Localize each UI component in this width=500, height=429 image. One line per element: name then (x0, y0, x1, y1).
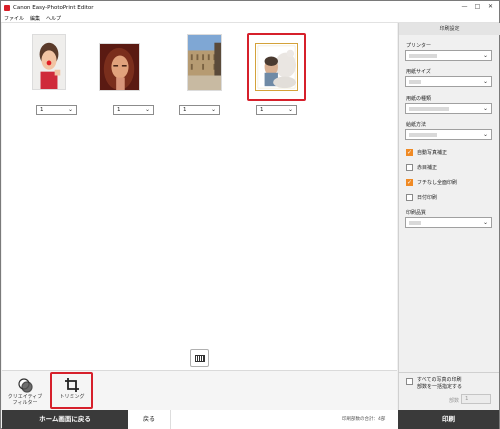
batch-copies-input[interactable]: 1 (461, 394, 491, 404)
paper-source-value (409, 133, 437, 137)
print-button[interactable]: 印刷 (398, 410, 499, 429)
menu-bar: ファイル 編集 ヘルプ (1, 14, 499, 23)
close-button[interactable]: ✕ (484, 2, 497, 12)
trimming-label: トリミング (59, 394, 85, 400)
app-window: Canon Easy-PhotoPrint Editor — □ ✕ ファイル … (0, 0, 500, 429)
menu-help[interactable]: ヘルプ (46, 15, 61, 22)
menu-file[interactable]: ファイル (4, 15, 24, 22)
window-controls: — □ ✕ (458, 2, 497, 12)
edit-toolbar: クリエイティブ フィルター トリミング (2, 370, 397, 410)
checkbox-unchecked-icon (406, 378, 413, 385)
chevron-down-icon: ⌄ (210, 106, 216, 113)
photo-thumbnail-4[interactable] (255, 43, 298, 91)
chevron-down-icon: ⌄ (482, 219, 488, 226)
photo-image-3 (188, 35, 221, 90)
checkbox-unchecked-icon (406, 194, 413, 201)
photo-image-4 (256, 44, 297, 90)
checkbox-checked-icon: ✓ (406, 179, 413, 186)
all-same-copies-checkbox[interactable]: すべての写真の印刷 部数を一括指定する (406, 377, 462, 391)
chevron-down-icon: ⌄ (482, 52, 488, 59)
borderless-checkbox[interactable]: ✓ フチなし全面印刷 (406, 179, 457, 186)
chevron-down-icon: ⌄ (144, 106, 150, 113)
media-type-value (409, 107, 449, 111)
chevron-down-icon: ⌄ (67, 106, 73, 113)
creative-filter-icon (18, 378, 33, 393)
batch-copies-panel: すべての写真の印刷 部数を一括指定する 部数 1 (398, 372, 499, 410)
photo-image-2 (100, 44, 139, 90)
app-logo-icon (4, 4, 10, 11)
photo-workspace: 1 ⌄ 1 ⌄ 1 ⌄ 1 ⌄ (2, 23, 397, 370)
copies-select-2[interactable]: 1 ⌄ (113, 105, 154, 115)
paper-source-select[interactable]: ⌄ (405, 129, 492, 140)
title-bar: Canon Easy-PhotoPrint Editor — □ ✕ (1, 1, 499, 14)
red-eye-checkbox[interactable]: 赤目補正 (406, 164, 437, 171)
chevron-down-icon: ⌄ (287, 106, 293, 113)
all-same-line-2: 部数を一括指定する (417, 384, 463, 390)
checkbox-unchecked-icon (406, 164, 413, 171)
minimize-button[interactable]: — (458, 2, 471, 12)
auto-correct-checkbox[interactable]: ✓ 自動写真補正 (406, 149, 447, 156)
paper-size-select[interactable]: ⌄ (405, 76, 492, 87)
paper-size-value (409, 80, 421, 84)
copies-value-2: 1 (117, 107, 121, 113)
paper-size-label: 用紙サイズ (406, 69, 431, 75)
borderless-label: フチなし全面印刷 (417, 180, 458, 186)
copies-select-4[interactable]: 1 ⌄ (256, 105, 297, 115)
printer-select[interactable]: ⌄ (405, 50, 492, 61)
filmstrip-toggle-button[interactable] (190, 349, 209, 367)
chevron-down-icon: ⌄ (482, 78, 488, 85)
back-button[interactable]: 戻る (128, 410, 171, 429)
trimming-tool[interactable]: トリミング (52, 373, 92, 407)
copies-select-3[interactable]: 1 ⌄ (179, 105, 220, 115)
filmstrip-icon (194, 354, 205, 362)
print-settings-panel: 印刷設定 プリンター ⌄ 用紙サイズ ⌄ 用紙の種類 ⌄ 給紙方法 ⌄ ✓ 自動… (398, 23, 500, 372)
copies-value-3: 1 (183, 107, 187, 113)
settings-header: 印刷設定 (399, 23, 500, 35)
auto-correct-label: 自動写真補正 (417, 150, 448, 156)
quality-label: 印刷品質 (406, 210, 427, 216)
maximize-button[interactable]: □ (471, 2, 484, 12)
footer-bar: ホーム画面に戻る 戻る 印刷部数の合計：4部 印刷 (2, 410, 499, 429)
chevron-down-icon: ⌄ (482, 105, 488, 112)
menu-edit[interactable]: 編集 (30, 15, 40, 22)
printer-label: プリンター (406, 43, 432, 49)
creative-filter-label-2: フィルター (12, 400, 38, 406)
chevron-down-icon: ⌄ (482, 131, 488, 138)
photo-thumbnail-2[interactable] (99, 43, 140, 91)
copies-value-4: 1 (260, 107, 264, 113)
quality-value (409, 221, 421, 225)
checkbox-checked-icon: ✓ (406, 149, 413, 156)
media-type-label: 用紙の種類 (406, 96, 432, 102)
creative-filter-tool[interactable]: クリエイティブ フィルター (5, 373, 45, 407)
copies-select-1[interactable]: 1 ⌄ (36, 105, 77, 115)
all-same-copies-text: すべての写真の印刷 部数を一括指定する (417, 377, 462, 391)
printer-value (409, 54, 437, 58)
all-same-line-1: すべての写真の印刷 (417, 377, 462, 383)
quality-select[interactable]: ⌄ (405, 217, 492, 228)
batch-copies-label: 部数 (449, 398, 460, 404)
total-copies-text: 印刷部数の合計：4部 (342, 417, 386, 422)
copies-value-1: 1 (40, 107, 44, 113)
home-button[interactable]: ホーム画面に戻る (2, 410, 128, 429)
photo-thumbnail-3[interactable] (187, 34, 222, 91)
paper-source-label: 給紙方法 (406, 122, 427, 128)
date-print-checkbox[interactable]: 日付印刷 (406, 194, 437, 201)
red-eye-label: 赤目補正 (417, 165, 438, 171)
photo-thumbnail-1[interactable] (32, 34, 66, 90)
photo-image-1 (33, 35, 65, 89)
window-title: Canon Easy-PhotoPrint Editor (13, 4, 94, 11)
media-type-select[interactable]: ⌄ (405, 103, 492, 114)
crop-icon (65, 378, 79, 392)
date-print-label: 日付印刷 (417, 195, 438, 201)
